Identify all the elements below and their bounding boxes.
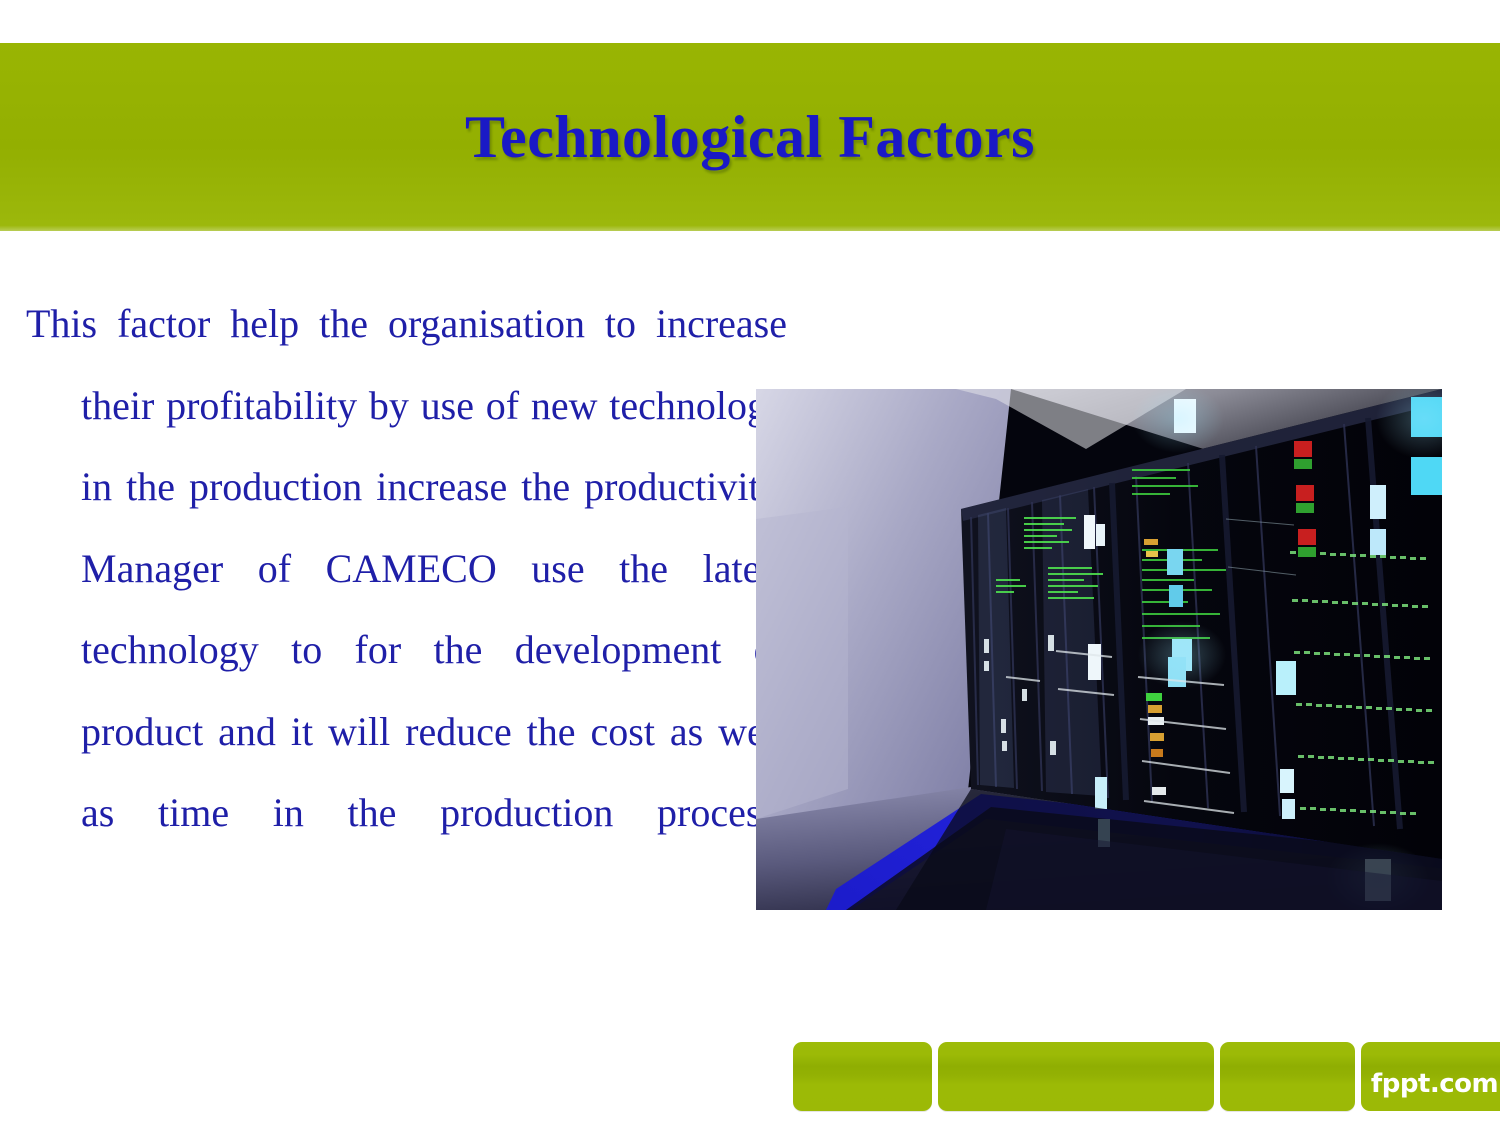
footer-decor-bar-1	[793, 1042, 932, 1111]
fppt-logo-text: fppt.com	[1370, 1068, 1499, 1099]
title-band: Technological Factors	[0, 43, 1500, 231]
fppt-logo[interactable]: fppt.com	[1361, 1042, 1500, 1111]
page-title: Technological Factors	[465, 103, 1035, 170]
server-room-illustration	[756, 389, 1442, 910]
body-paragraph: This factor help the organisation to inc…	[26, 301, 787, 835]
footer-decor-bar-2	[938, 1042, 1214, 1111]
footer-decor-bar-3	[1220, 1042, 1355, 1111]
presentation-slide: Technological Factors This factor help t…	[0, 0, 1500, 1125]
datacenter-photo	[756, 389, 1442, 910]
